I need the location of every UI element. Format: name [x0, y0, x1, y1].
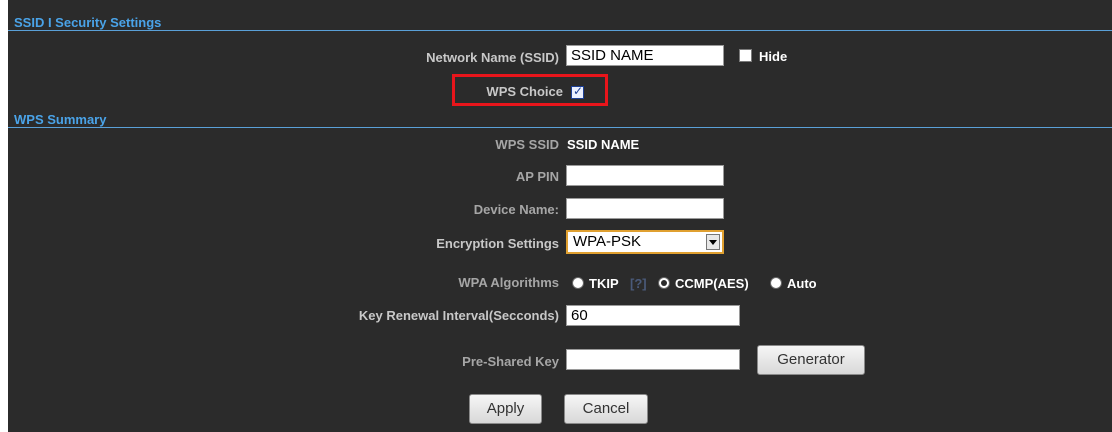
- key-renewal-label: Key Renewal Interval(Secconds): [358, 308, 559, 323]
- wps-choice-label: WPS Choice: [486, 84, 563, 99]
- wpa-algorithms-label: WPA Algorithms: [458, 275, 559, 290]
- network-name-label: Network Name (SSID): [426, 50, 559, 65]
- wps-choice-checkbox[interactable]: ✓: [571, 84, 584, 99]
- device-name-label: Device Name:: [473, 202, 559, 217]
- hide-checkbox[interactable]: [739, 49, 752, 62]
- network-name-input[interactable]: [566, 45, 724, 66]
- radio-auto-label: Auto: [787, 276, 817, 291]
- section-header-wps-summary: WPS Summary: [8, 111, 1112, 128]
- wps-ssid-value: SSID NAME: [567, 137, 640, 152]
- encryption-select[interactable]: WPA-PSK: [566, 230, 724, 254]
- help-icon[interactable]: [?]: [630, 276, 647, 291]
- hide-label: Hide: [759, 49, 788, 64]
- psk-input[interactable]: [566, 349, 740, 370]
- checkmark-icon: ✓: [573, 84, 584, 98]
- section-title: SSID I Security Settings: [14, 15, 162, 30]
- radio-tkip[interactable]: [572, 277, 584, 289]
- radio-tkip-label: TKIP: [589, 276, 619, 291]
- encryption-selected-value: WPA-PSK: [573, 233, 642, 250]
- radio-auto[interactable]: [770, 277, 782, 289]
- apply-button[interactable]: Apply: [469, 394, 542, 424]
- psk-label: Pre-Shared Key: [462, 354, 559, 369]
- device-name-input[interactable]: [566, 198, 724, 219]
- encryption-label: Encryption Settings: [436, 236, 559, 251]
- section-title: WPS Summary: [14, 112, 107, 127]
- chevron-down-icon[interactable]: [706, 234, 720, 250]
- radio-ccmp-aes[interactable]: [658, 277, 670, 289]
- key-renewal-input[interactable]: [566, 305, 740, 326]
- ap-pin-label: AP PIN: [515, 169, 559, 184]
- radio-ccmp-aes-label: CCMP(AES): [675, 276, 749, 291]
- ap-pin-input[interactable]: [566, 165, 724, 186]
- generator-button[interactable]: Generator: [757, 345, 865, 375]
- wps-ssid-label: WPS SSID: [495, 137, 559, 152]
- settings-panel: [8, 0, 1112, 432]
- section-header-ssid-security: SSID I Security Settings: [8, 14, 1112, 31]
- cancel-button[interactable]: Cancel: [564, 394, 648, 424]
